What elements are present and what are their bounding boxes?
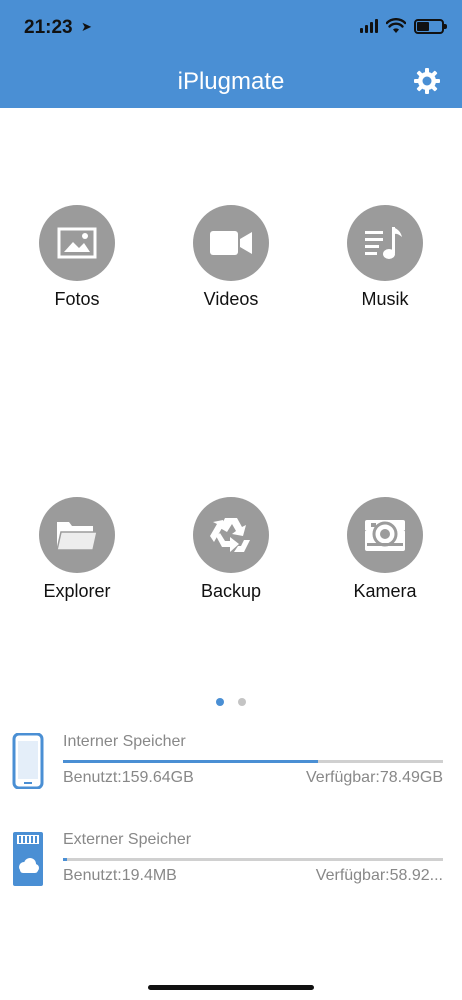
storage-name: Externer Speicher — [63, 831, 192, 848]
sd-card-cloud-icon — [13, 832, 43, 886]
storage-usage-fill — [63, 760, 318, 763]
storage-name: Interner Speicher — [63, 733, 186, 750]
grid-item-backup[interactable]: Backup — [161, 497, 301, 602]
signal-icon — [360, 19, 378, 33]
status-time: 21:23 — [24, 17, 73, 38]
storage-used: Benutzt:159.64GB — [63, 769, 194, 786]
storage-available: Verfügbar:78.49GB — [306, 769, 443, 786]
storage-usage-fill — [63, 858, 67, 861]
music-icon — [347, 205, 423, 281]
location-arrow-icon: ➤ — [81, 19, 92, 34]
wifi-icon — [386, 18, 406, 33]
grid-item-videos[interactable]: Videos — [161, 205, 301, 310]
video-camera-icon — [193, 205, 269, 281]
photo-icon — [39, 205, 115, 281]
home-indicator[interactable] — [148, 985, 314, 990]
storage-internal[interactable]: Interner Speicher Benutzt:159.64GB Verfü… — [0, 733, 462, 803]
page-dot-1[interactable] — [216, 698, 224, 706]
storage-usage-bar — [63, 858, 443, 861]
storage-available: Verfügbar:58.92... — [315, 867, 443, 884]
grid-item-explorer[interactable]: Explorer — [7, 497, 147, 602]
page-dot-2[interactable] — [238, 698, 246, 706]
camera-icon — [347, 497, 423, 573]
grid-label-explorer: Explorer — [43, 581, 111, 601]
grid-label-videos: Videos — [203, 289, 259, 309]
app-header: 21:23 ➤ iPlugmate — [0, 0, 462, 108]
grid-label-fotos: Fotos — [54, 289, 100, 309]
grid-item-fotos[interactable]: Fotos — [7, 205, 147, 310]
recycle-icon — [193, 497, 269, 573]
page-indicator[interactable] — [0, 698, 462, 706]
grid-label-musik: Musik — [361, 289, 409, 309]
folder-icon — [39, 497, 115, 573]
storage-usage-bar — [63, 760, 443, 763]
phone-icon — [12, 733, 44, 789]
battery-icon — [414, 18, 447, 34]
storage-external[interactable]: Externer Speicher Benutzt:19.4MB Verfügb… — [0, 831, 462, 901]
grid-item-musik[interactable]: Musik — [315, 205, 455, 310]
status-indicators — [360, 18, 447, 34]
gear-icon[interactable] — [412, 66, 442, 96]
grid-label-backup: Backup — [200, 581, 262, 601]
storage-used: Benutzt:19.4MB — [63, 867, 177, 884]
grid-item-kamera[interactable]: Kamera — [315, 497, 455, 602]
grid-label-kamera: Kamera — [353, 581, 417, 601]
page-title: iPlugmate — [177, 68, 285, 95]
